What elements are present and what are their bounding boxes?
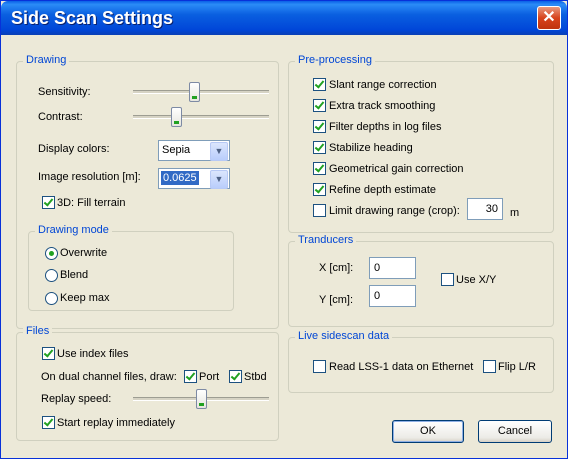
gain-correction-checkbox[interactable] bbox=[313, 162, 326, 175]
use-index-files-checkbox[interactable] bbox=[42, 347, 55, 360]
live-sidescan-group: Live sidescan data Read LSS-1 data on Et… bbox=[288, 330, 554, 393]
refine-depth-label: Refine depth estimate bbox=[329, 184, 437, 196]
keep-max-label: Keep max bbox=[60, 292, 110, 304]
transducers-group: Tranducers X [cm]: 0 Y [cm]: 0 Use X/Y bbox=[288, 234, 554, 327]
flip-lr-label: Flip L/R bbox=[498, 361, 536, 373]
filter-depths-label: Filter depths in log files bbox=[329, 121, 442, 133]
live-sidescan-legend: Live sidescan data bbox=[295, 330, 393, 342]
chevron-down-icon[interactable]: ▼ bbox=[210, 142, 228, 161]
preprocessing-group: Pre-processing Slant range correction Ex… bbox=[288, 54, 554, 233]
close-button[interactable]: ✕ bbox=[537, 6, 561, 30]
read-lss-checkbox[interactable] bbox=[313, 360, 326, 373]
flip-lr-checkbox[interactable] bbox=[483, 360, 496, 373]
y-cm-label: Y [cm]: bbox=[319, 294, 354, 306]
sensitivity-label: Sensitivity: bbox=[38, 86, 91, 98]
limit-range-label: Limit drawing range (crop): bbox=[329, 205, 460, 217]
display-colors-label: Display colors: bbox=[38, 143, 110, 155]
limit-range-value: 30 bbox=[485, 203, 498, 215]
contrast-slider-thumb[interactable] bbox=[171, 107, 182, 127]
stbd-checkbox[interactable] bbox=[229, 370, 242, 383]
use-xy-checkbox[interactable] bbox=[441, 273, 454, 286]
sensitivity-slider[interactable] bbox=[133, 82, 269, 102]
ok-button[interactable]: OK bbox=[392, 420, 464, 443]
side-scan-settings-dialog: Side Scan Settings ✕ Drawing Sensitivity… bbox=[0, 0, 568, 459]
stabilize-heading-checkbox[interactable] bbox=[313, 141, 326, 154]
start-replay-checkbox[interactable] bbox=[42, 416, 55, 429]
blend-radio[interactable] bbox=[45, 269, 58, 282]
limit-range-checkbox[interactable] bbox=[313, 204, 326, 217]
blend-label: Blend bbox=[60, 269, 89, 281]
contrast-slider[interactable] bbox=[133, 107, 269, 127]
image-resolution-value: 0.0625 bbox=[161, 171, 199, 185]
image-resolution-label: Image resolution [m]: bbox=[38, 171, 141, 183]
stabilize-heading-label: Stabilize heading bbox=[329, 142, 413, 154]
drawing-mode-group: Drawing mode Overwrite Blend Keep max bbox=[28, 224, 234, 311]
overwrite-label: Overwrite bbox=[60, 247, 108, 259]
gain-correction-label: Geometrical gain correction bbox=[329, 163, 464, 175]
image-resolution-select[interactable]: 0.0625 ▼ bbox=[158, 168, 230, 189]
title-bar[interactable]: Side Scan Settings ✕ bbox=[1, 1, 567, 35]
keep-max-radio[interactable] bbox=[45, 292, 58, 305]
refine-depth-checkbox[interactable] bbox=[313, 183, 326, 196]
preprocessing-legend: Pre-processing bbox=[295, 54, 375, 66]
limit-range-unit: m bbox=[510, 207, 520, 219]
slant-range-label: Slant range correction bbox=[329, 79, 437, 91]
replay-speed-slider[interactable] bbox=[133, 389, 269, 409]
limit-range-input[interactable]: 30 bbox=[467, 198, 503, 220]
use-index-files-label: Use index files bbox=[57, 348, 129, 360]
drawing-legend: Drawing bbox=[23, 54, 70, 66]
port-label: Port bbox=[199, 371, 220, 383]
y-cm-input[interactable]: 0 bbox=[369, 285, 416, 307]
x-cm-value: 0 bbox=[374, 262, 381, 274]
files-legend: Files bbox=[23, 325, 53, 337]
sensitivity-slider-thumb[interactable] bbox=[189, 82, 200, 102]
display-colors-value: Sepia bbox=[162, 144, 191, 156]
y-cm-value: 0 bbox=[374, 290, 381, 302]
dialog-title: Side Scan Settings bbox=[11, 8, 174, 28]
overwrite-radio[interactable] bbox=[45, 247, 58, 260]
drawing-mode-legend: Drawing mode bbox=[35, 224, 112, 236]
port-checkbox[interactable] bbox=[184, 370, 197, 383]
drawing-group: Drawing Sensitivity: Contrast: Display c… bbox=[16, 54, 279, 329]
chevron-down-icon[interactable]: ▼ bbox=[210, 170, 228, 189]
replay-speed-label: Replay speed: bbox=[41, 393, 112, 405]
dialog-client-area: Drawing Sensitivity: Contrast: Display c… bbox=[4, 35, 564, 455]
stbd-label: Stbd bbox=[244, 371, 267, 383]
slant-range-checkbox[interactable] bbox=[313, 78, 326, 91]
read-lss-label: Read LSS-1 data on Ethernet bbox=[329, 361, 474, 373]
x-cm-label: X [cm]: bbox=[319, 262, 354, 274]
start-replay-label: Start replay immediately bbox=[57, 417, 175, 429]
x-cm-input[interactable]: 0 bbox=[369, 257, 416, 279]
fill-terrain-checkbox[interactable] bbox=[42, 196, 55, 209]
dual-channel-label: On dual channel files, draw: bbox=[41, 371, 177, 383]
files-group: Files Use index files On dual channel fi… bbox=[16, 325, 279, 441]
cancel-button[interactable]: Cancel bbox=[478, 420, 552, 443]
track-smoothing-label: Extra track smoothing bbox=[329, 100, 436, 112]
contrast-label: Contrast: bbox=[38, 111, 83, 123]
transducers-legend: Tranducers bbox=[295, 234, 357, 246]
replay-speed-slider-thumb[interactable] bbox=[196, 389, 207, 409]
track-smoothing-checkbox[interactable] bbox=[313, 99, 326, 112]
display-colors-select[interactable]: Sepia ▼ bbox=[158, 140, 230, 161]
fill-terrain-label: 3D: Fill terrain bbox=[57, 197, 126, 209]
use-xy-label: Use X/Y bbox=[456, 274, 497, 286]
filter-depths-checkbox[interactable] bbox=[313, 120, 326, 133]
